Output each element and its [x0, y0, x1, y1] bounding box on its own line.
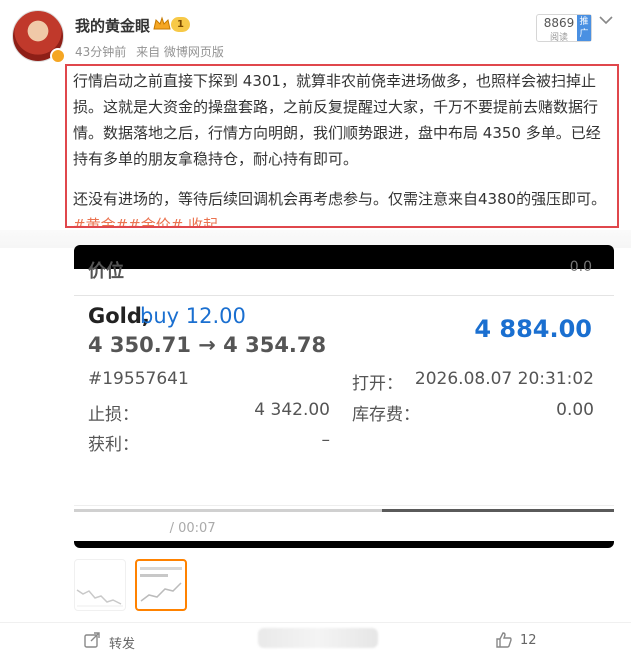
playback-time: 00:04 / 00:07	[128, 521, 216, 536]
speed-button[interactable]: 倍速	[395, 521, 421, 540]
video-player[interactable]: 价位 0.0 Gold, buy 12.00 4 884.00 4 350.71…	[74, 245, 614, 548]
like-count[interactable]: 12	[520, 633, 537, 648]
current-time: 00:04	[128, 521, 166, 536]
post-text-highlight: 行情启动之前直接下探到 4301，就算非农前侥幸进场做多，也照样会被扫掉止损。这…	[65, 64, 619, 228]
read-count-box: 8869 阅读 推广	[536, 14, 592, 43]
trade-prices: 4 350.71 → 4 354.78	[88, 333, 327, 357]
stop-loss-label: 止损：	[88, 405, 139, 425]
level-badge: 1	[171, 17, 190, 32]
progress-fill	[74, 509, 382, 512]
duration: 00:07	[178, 521, 216, 536]
take-profit-label: 获利：	[88, 435, 139, 455]
like-icon[interactable]	[496, 632, 512, 648]
swap-label: 库存费：	[352, 405, 420, 425]
share-button[interactable]: 转发	[109, 633, 135, 652]
read-label: 阅读	[549, 33, 568, 43]
post-meta: 43分钟前 来自 微博网页版	[75, 43, 230, 60]
card-divider	[74, 295, 614, 296]
verified-badge-icon	[50, 48, 66, 64]
read-count: 8869	[543, 16, 575, 30]
blurred-content	[258, 628, 378, 648]
fullscreen-icon[interactable]	[538, 522, 554, 538]
post-header: 我的黄金眼 1 43分钟前 来自 微博网页版 8869 阅读 推广	[0, 0, 631, 66]
post-source: 来自 微博网页版	[136, 45, 224, 59]
volume-icon[interactable]	[580, 521, 598, 539]
quality-button[interactable]: 720p	[446, 521, 479, 536]
promo-tag[interactable]: 推广	[577, 15, 591, 41]
swap-value: 0.00	[556, 400, 594, 420]
post-time[interactable]: 43分钟前	[75, 45, 126, 59]
open-time: 2026.08.07 20:31:02	[414, 369, 594, 389]
trade-side: buy 12.00	[140, 304, 246, 328]
trade-card-cut-title: 价位	[88, 261, 124, 282]
hashtag-links[interactable]: #黄金##金价# 收起	[73, 216, 218, 226]
trade-card-cut-value: 0.0	[569, 259, 592, 275]
share-icon[interactable]	[84, 632, 100, 648]
post-paragraph-2: 还没有进场的，等待后续回调机会再考虑参与。仅需注意来自4380的强压即可。 #黄金…	[67, 186, 617, 226]
username[interactable]: 我的黄金眼	[75, 15, 150, 36]
trade-card: 价位 0.0 Gold, buy 12.00 4 884.00 4 350.71…	[74, 259, 614, 541]
order-id: #19557641	[88, 369, 189, 389]
thumbnail-2-selected[interactable]	[135, 559, 187, 611]
chevron-down-icon[interactable]	[599, 15, 613, 25]
crown-icon	[153, 16, 171, 30]
post-paragraph-2-text: 还没有进场的，等待后续回调机会再考虑参与。仅需注意来自4380的强压即可。	[73, 190, 607, 208]
thumbnail-chart-icon	[76, 589, 123, 607]
thumbnail-trade-icon	[140, 567, 182, 602]
post-paragraph-1: 行情启动之前直接下探到 4301，就算非农前侥幸进场做多，也照样会被扫掉止损。这…	[73, 72, 601, 168]
trade-profit: 4 884.00	[474, 315, 592, 343]
play-icon[interactable]	[86, 520, 102, 538]
stop-loss-value: 4 342.00	[254, 400, 330, 420]
open-label: 打开：	[352, 374, 403, 394]
picture-in-picture-icon[interactable]	[496, 522, 514, 538]
thumbnail-1[interactable]	[74, 559, 126, 611]
card-bottom-line	[74, 505, 614, 506]
take-profit-value: –	[321, 430, 331, 450]
time-separator: /	[165, 521, 179, 536]
